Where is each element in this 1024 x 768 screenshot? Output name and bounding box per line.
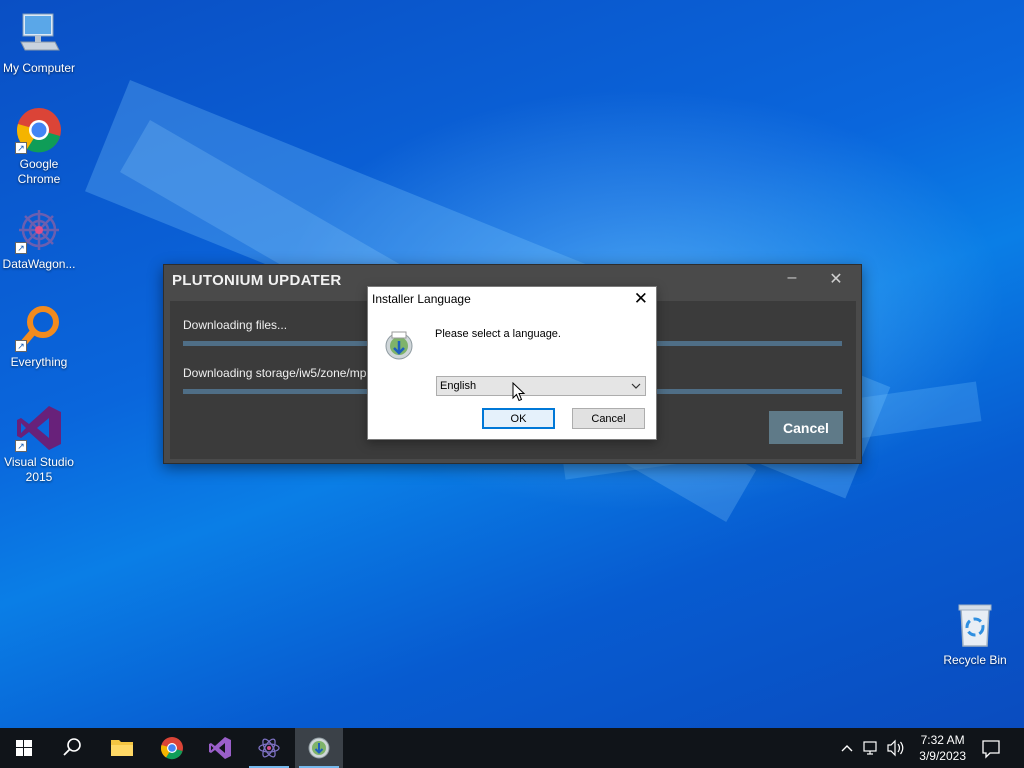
shortcut-arrow-icon: ↗ (15, 142, 27, 154)
desktop-icon-label: My Computer (2, 61, 76, 75)
desktop-icon-my-computer[interactable]: My Computer (0, 10, 79, 76)
volume-icon[interactable] (887, 739, 904, 757)
atom-icon (258, 738, 280, 758)
desktop-icon-visual-studio[interactable]: ↗ Visual Studio 2015 (0, 404, 79, 485)
chrome-icon (160, 737, 183, 760)
ok-button[interactable]: OK (482, 408, 555, 429)
shortcut-arrow-icon: ↗ (15, 242, 27, 254)
taskbar-installer[interactable] (295, 728, 343, 768)
clock-time: 7:32 AM (920, 733, 965, 747)
system-tray (836, 728, 908, 768)
start-button[interactable] (0, 728, 48, 768)
taskbar-file-explorer[interactable] (98, 728, 146, 768)
dialog-title: Installer Language (372, 292, 471, 306)
notification-icon (982, 740, 1000, 759)
computer-icon (15, 10, 63, 58)
datawagon-icon: ↗ (15, 206, 63, 254)
installer-language-dialog: Installer Language ✕ Please select a lan… (367, 286, 657, 440)
recycle-bin-icon (951, 602, 999, 650)
shortcut-arrow-icon: ↗ (15, 340, 27, 352)
notification-center-button[interactable] (968, 728, 1014, 768)
dialog-titlebar: Installer Language ✕ (368, 287, 656, 311)
installer-icon (308, 737, 330, 759)
desktop-icon-label: Visual Studio 2015 (4, 455, 74, 484)
desktop-icon-label: Recycle Bin (943, 653, 1007, 667)
desktop-icon-everything[interactable]: ↗ Everything (0, 304, 79, 370)
taskbar-datawagon[interactable] (245, 728, 293, 768)
search-magnifier-icon: ↗ (15, 304, 63, 352)
close-icon[interactable]: ✕ (634, 289, 648, 309)
cancel-button[interactable]: Cancel (572, 408, 645, 429)
clock-date: 3/9/2023 (919, 749, 966, 763)
dialog-body: Please select a language. English OK Can… (368, 311, 656, 439)
chrome-icon: ↗ (15, 106, 63, 154)
desktop-icon-label: Everything (10, 355, 68, 369)
taskbar-clock[interactable]: 7:32 AM 3/9/2023 (919, 732, 966, 764)
chevron-up-icon[interactable] (841, 745, 853, 752)
dialog-message: Please select a language. (435, 328, 561, 340)
status-text-files: Downloading files... (183, 318, 288, 332)
installer-icon (384, 329, 414, 361)
close-button[interactable]: ✕ (823, 269, 849, 289)
visual-studio-icon (209, 737, 231, 759)
window-title: PLUTONIUM UPDATER (172, 272, 342, 289)
search-icon (63, 738, 81, 756)
network-icon[interactable] (863, 741, 877, 755)
chevron-down-icon (631, 380, 641, 392)
desktop-icon-google-chrome[interactable]: ↗ Google Chrome (0, 106, 79, 187)
desktop-icon-label: Google Chrome (17, 157, 61, 186)
mouse-cursor-icon (512, 381, 526, 402)
status-text-current-file: Downloading storage/iw5/zone/mp (183, 366, 367, 380)
language-select-value: English (440, 380, 477, 392)
taskbar-chrome[interactable] (148, 728, 196, 768)
search-button[interactable] (48, 728, 96, 768)
windows-logo-icon (16, 740, 32, 756)
taskbar: 7:32 AM 3/9/2023 (0, 728, 1024, 768)
folder-icon (111, 740, 133, 756)
desktop-icon-datawagon[interactable]: ↗ DataWagon... (0, 206, 79, 272)
visual-studio-icon: ↗ (15, 404, 63, 452)
desktop-icon-recycle-bin[interactable]: Recycle Bin (935, 602, 1015, 668)
shortcut-arrow-icon: ↗ (15, 440, 27, 452)
minimize-button[interactable]: – (779, 269, 805, 287)
cancel-button[interactable]: Cancel (769, 411, 843, 444)
taskbar-visual-studio[interactable] (196, 728, 244, 768)
language-select[interactable]: English (436, 376, 646, 396)
desktop-icon-label: DataWagon... (2, 257, 76, 271)
